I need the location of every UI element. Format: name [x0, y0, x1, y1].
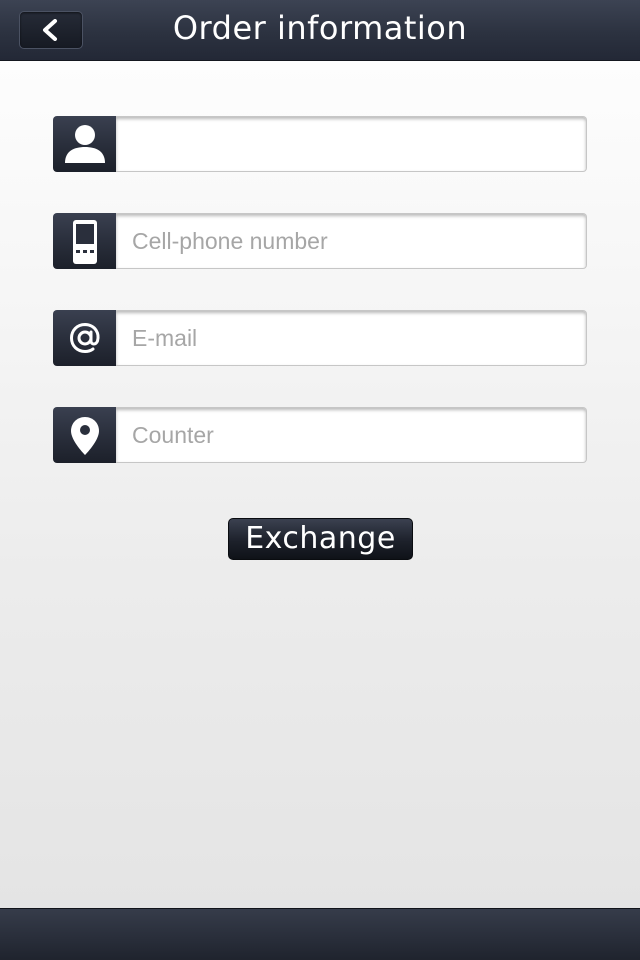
- header-bar: Order information: [0, 0, 640, 61]
- email-field-row: [53, 310, 587, 366]
- phone-field-icon-box: [53, 213, 116, 269]
- phone-icon: [73, 220, 97, 264]
- cell-phone-input[interactable]: [116, 213, 587, 269]
- counter-field-row: [53, 407, 587, 463]
- counter-field-icon-box: [53, 407, 116, 463]
- page-title: Order information: [172, 9, 468, 47]
- phone-field-row: [53, 213, 587, 269]
- location-pin-icon: [71, 417, 99, 455]
- footer-bar: [0, 908, 640, 960]
- email-field-icon-box: [53, 310, 116, 366]
- counter-input[interactable]: [116, 407, 587, 463]
- order-information-screen: Order information Cell-phone number E-ma…: [0, 0, 640, 960]
- exchange-button[interactable]: Exchange: [228, 518, 413, 560]
- name-input[interactable]: [116, 116, 587, 172]
- name-field-row: [53, 116, 587, 172]
- name-field-icon-box: [53, 116, 116, 172]
- email-input[interactable]: [116, 310, 587, 366]
- at-sign-icon: [69, 322, 100, 354]
- person-icon: [65, 125, 105, 163]
